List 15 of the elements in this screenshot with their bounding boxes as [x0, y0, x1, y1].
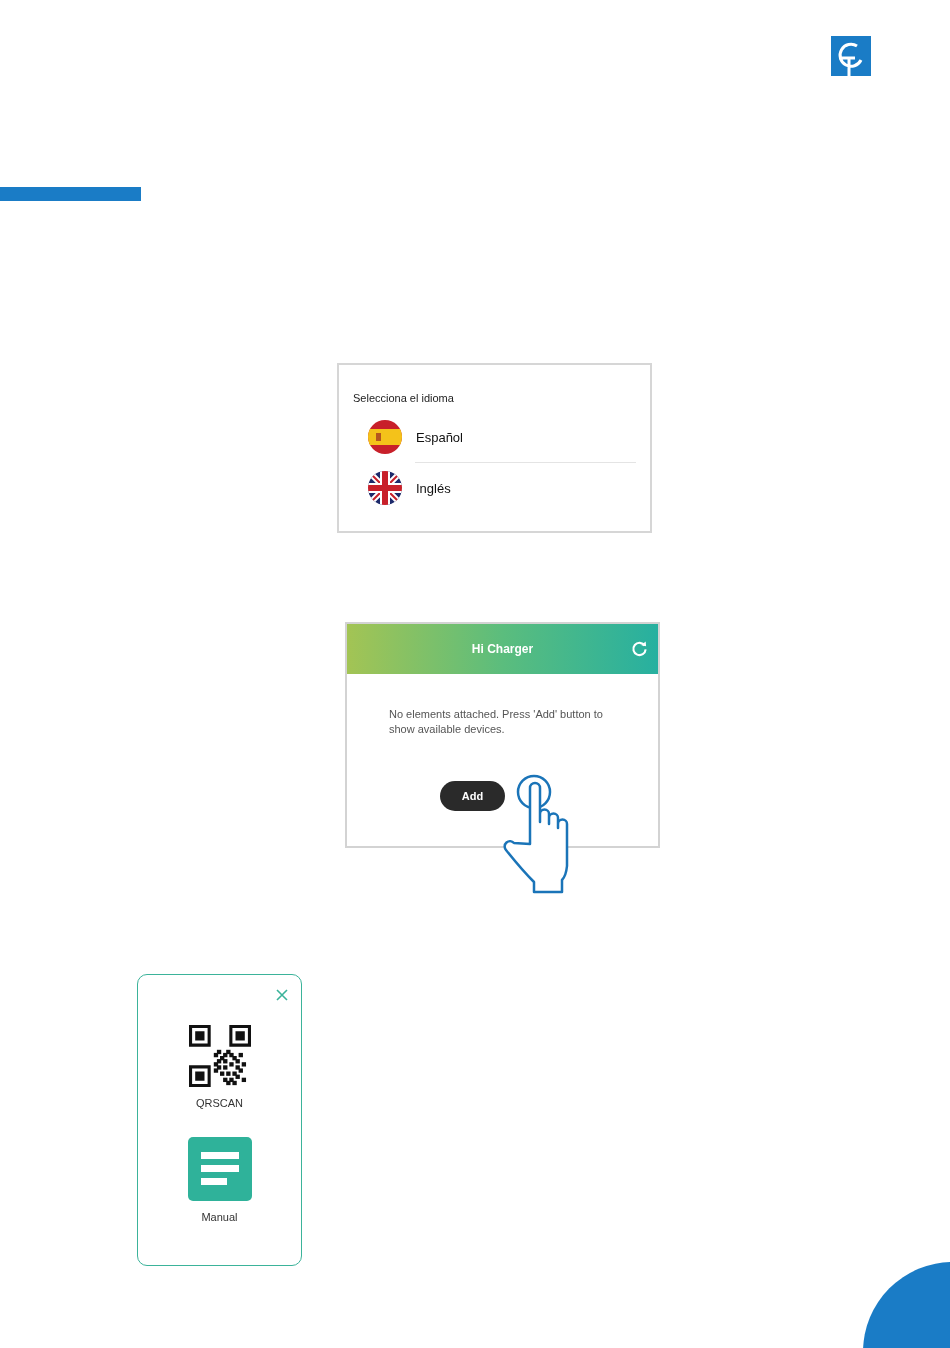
logo-icon: [831, 36, 871, 76]
app-title: Hi Charger: [471, 642, 534, 656]
dialog-title: Selecciona el idioma: [353, 392, 455, 404]
language-option[interactable]: Inglés: [416, 480, 451, 496]
language-option[interactable]: Español: [416, 429, 463, 445]
close-icon[interactable]: [276, 989, 288, 1001]
option-label: QRSCAN: [195, 1097, 244, 1109]
option-label: Manual: [201, 1211, 238, 1223]
flag-icon: [368, 471, 402, 505]
flag-icon: [368, 420, 402, 454]
qr-code-icon[interactable]: [188, 1025, 251, 1087]
add-button[interactable]: Add: [439, 781, 506, 811]
refresh-icon[interactable]: [631, 640, 648, 657]
form-icon[interactable]: [187, 1137, 252, 1201]
empty-message: No elements attached. Press 'Add' button to show available devices.: [388, 707, 604, 737]
